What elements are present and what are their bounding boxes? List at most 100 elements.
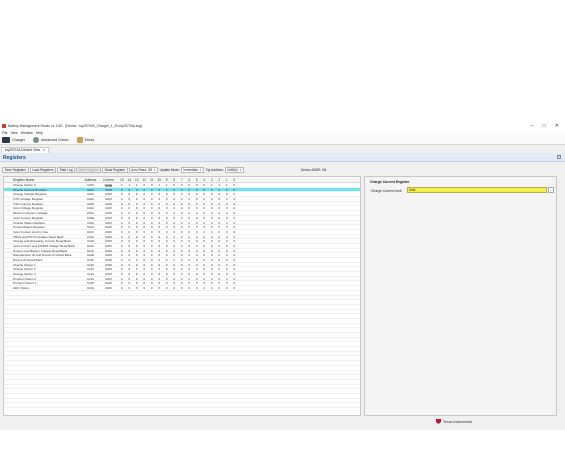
maximize-icon[interactable]: □ (543, 123, 546, 129)
column-header[interactable]: 5 (193, 177, 201, 182)
register-bit[interactable]: 0 (163, 197, 171, 201)
register-bit[interactable]: 0 (178, 216, 186, 220)
register-bit[interactable]: 0 (231, 235, 239, 239)
register-bit[interactable]: 0 (163, 244, 171, 248)
register-bit[interactable]: 0 (223, 277, 231, 281)
menu-window[interactable]: Window (21, 131, 33, 135)
register-bit[interactable]: 0 (193, 286, 201, 290)
register-bit[interactable]: 0 (208, 281, 216, 285)
register-bit[interactable]: 0 (163, 267, 171, 271)
register-bit[interactable]: 0 (231, 188, 239, 192)
register-bit[interactable]: 0 (193, 249, 201, 253)
register-bit[interactable]: 0 (126, 253, 134, 257)
column-header[interactable]: Register Name (4, 177, 82, 182)
register-bit[interactable]: 0 (118, 249, 126, 253)
register-bit[interactable]: 0 (171, 192, 179, 196)
register-bit[interactable]: 0 (201, 258, 209, 262)
register-bit[interactable]: 0 (193, 253, 201, 257)
register-bit[interactable]: 0 (163, 225, 171, 229)
register-bit[interactable]: 0 (178, 263, 186, 267)
register-bit[interactable]: 0 (201, 244, 209, 248)
register-bit[interactable]: 0 (231, 249, 239, 253)
register-bit[interactable]: 0 (178, 277, 186, 281)
register-bit[interactable]: 0 (208, 216, 216, 220)
register-bit[interactable]: 0 (133, 225, 141, 229)
register-bit[interactable]: 0 (163, 253, 171, 257)
register-bit[interactable]: 0 (186, 192, 194, 196)
register-bit[interactable]: 0 (201, 263, 209, 267)
register-bit[interactable]: 0 (208, 239, 216, 243)
register-bit[interactable]: 0 (163, 249, 171, 253)
register-bit[interactable]: 0 (141, 235, 149, 239)
register-bit[interactable]: 0 (223, 230, 231, 234)
register-bit[interactable]: 0 (223, 192, 231, 196)
register-bit[interactable]: 0 (171, 272, 179, 276)
register-bit[interactable]: 0 (186, 272, 194, 276)
register-bit[interactable]: 0 (186, 263, 194, 267)
register-bit[interactable]: 1 (163, 183, 171, 187)
register-bit[interactable]: 0 (223, 235, 231, 239)
register-bit[interactable]: 0 (223, 211, 231, 215)
register-bit[interactable]: 0 (178, 230, 186, 234)
register-bit[interactable]: 0 (148, 197, 156, 201)
register-bit[interactable]: 0 (163, 272, 171, 276)
register-bit[interactable]: 0 (216, 188, 224, 192)
register-bit[interactable]: 0 (231, 192, 239, 196)
register-bit[interactable]: 0 (118, 197, 126, 201)
register-bit[interactable]: 0 (178, 192, 186, 196)
register-bit[interactable]: 0 (201, 267, 209, 271)
register-bit[interactable]: 0 (118, 221, 126, 225)
register-bit[interactable]: 0 (208, 258, 216, 262)
register-bit[interactable]: 0 (231, 202, 239, 206)
register-bit[interactable]: 0 (126, 258, 134, 262)
register-bit[interactable]: 0 (208, 277, 216, 281)
menu-help[interactable]: Help (36, 131, 43, 135)
register-bit[interactable]: 0 (216, 258, 224, 262)
start-log-button[interactable]: Start Log (57, 167, 76, 173)
register-bit[interactable]: 0 (216, 249, 224, 253)
register-bit[interactable]: 0 (171, 183, 179, 187)
column-header[interactable]: 15 (118, 177, 126, 182)
register-bit[interactable]: 0 (163, 206, 171, 210)
register-bit[interactable]: 0 (208, 202, 216, 206)
register-bit[interactable]: 0 (118, 188, 126, 192)
register-bit[interactable]: 0 (148, 216, 156, 220)
register-bit[interactable]: 0 (133, 221, 141, 225)
register-bit[interactable]: 0 (193, 258, 201, 262)
register-bit[interactable]: 0 (193, 263, 201, 267)
register-bit[interactable]: 0 (193, 272, 201, 276)
collapse-icon[interactable]: ^ (557, 155, 561, 159)
register-bit[interactable]: 0 (208, 188, 216, 192)
register-bit[interactable]: 0 (171, 197, 179, 201)
register-bit[interactable]: 0 (231, 221, 239, 225)
register-bit[interactable]: 0 (178, 281, 186, 285)
register-bit[interactable]: 0 (133, 202, 141, 206)
register-bit[interactable]: 0 (223, 272, 231, 276)
register-bit[interactable]: 0 (193, 267, 201, 271)
register-bit[interactable]: 0 (178, 183, 186, 187)
register-bit[interactable]: 0 (171, 202, 179, 206)
register-bit[interactable]: 0 (186, 216, 194, 220)
register-bit[interactable]: 0 (223, 281, 231, 285)
menu-file[interactable]: File (2, 131, 7, 135)
register-bit[interactable]: 0 (186, 239, 194, 243)
register-bit[interactable]: 0 (193, 221, 201, 225)
register-bit[interactable]: 0 (141, 286, 149, 290)
register-bit[interactable]: 0 (126, 230, 134, 234)
register-bit[interactable]: 0 (163, 230, 171, 234)
column-header[interactable]: 14 (126, 177, 134, 182)
column-header[interactable]: 8 (171, 177, 179, 182)
register-bit[interactable]: 0 (171, 263, 179, 267)
register-bit[interactable]: 0 (126, 211, 134, 215)
register-bit[interactable]: 0 (201, 188, 209, 192)
register-bit[interactable]: 0 (133, 249, 141, 253)
register-bit[interactable]: 1 (223, 183, 231, 187)
register-bit[interactable]: 0 (216, 221, 224, 225)
register-bit[interactable]: 0 (208, 267, 216, 271)
register-bit[interactable]: 0 (133, 272, 141, 276)
register-bit[interactable]: 0 (126, 272, 134, 276)
register-bit[interactable]: 0 (178, 258, 186, 262)
register-bit[interactable]: 0 (118, 239, 126, 243)
register-bit[interactable]: 0 (223, 188, 231, 192)
register-bit[interactable]: 0 (186, 253, 194, 257)
